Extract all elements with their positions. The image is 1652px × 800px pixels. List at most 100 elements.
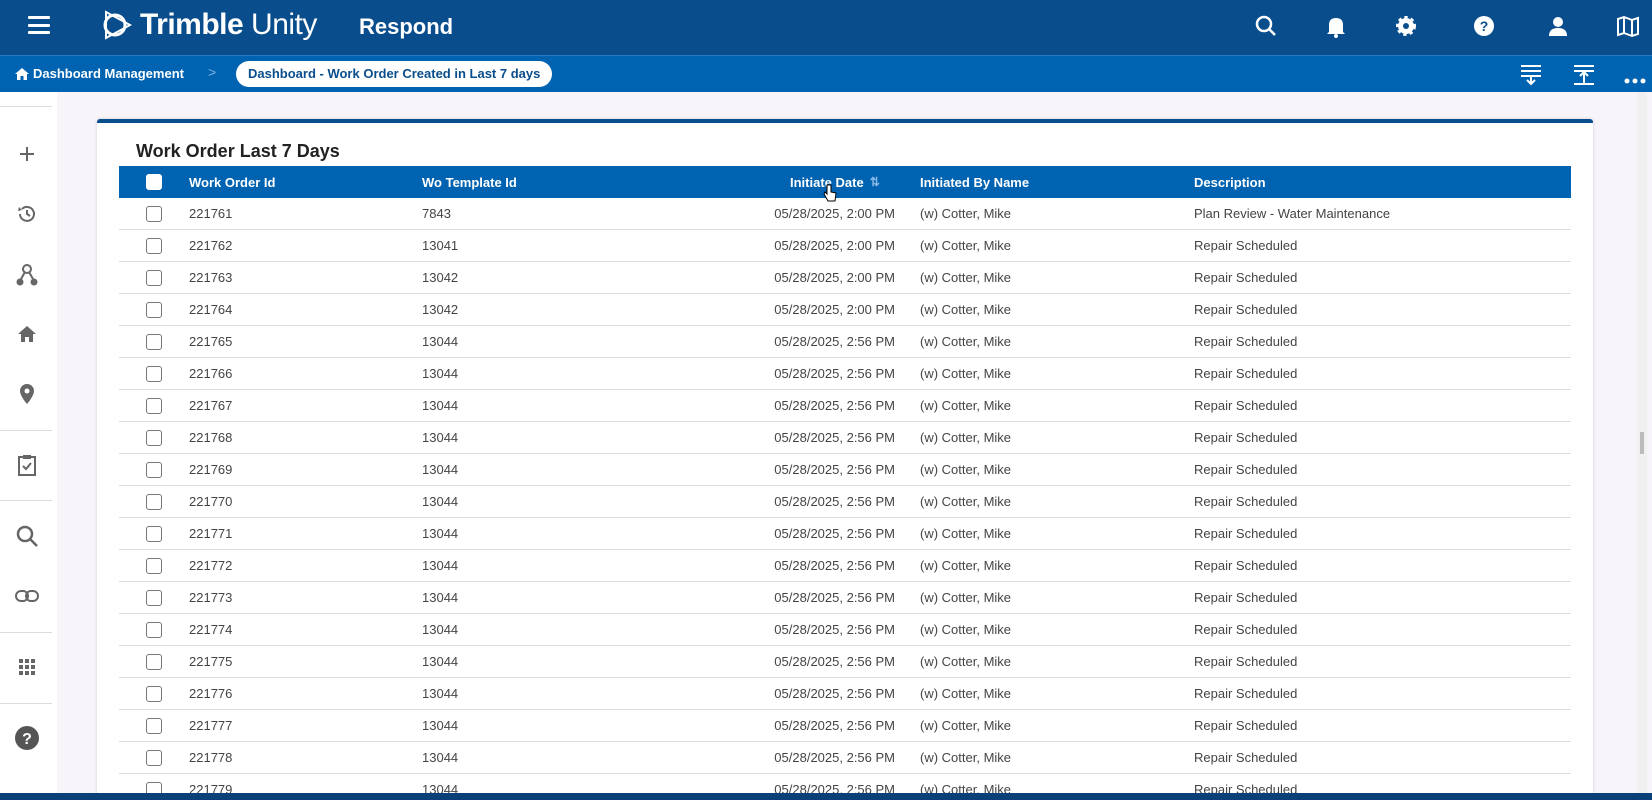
trimble-globe-icon	[103, 10, 133, 40]
clipboard-check-icon[interactable]	[14, 452, 40, 478]
breadcrumb-current[interactable]: Dashboard - Work Order Created in Last 7…	[236, 61, 553, 87]
row-checkbox[interactable]	[146, 590, 162, 606]
table-row[interactable]: 221767 13044 05/28/2025, 2:56 PM (w) Cotter…	[119, 390, 1571, 422]
table-row[interactable]: 221761 7843 05/28/2025, 2:00 PM (w) Cotter,…	[119, 198, 1571, 230]
table-row[interactable]: 221765 13044 05/28/2025, 2:56 PM (w) Cotter…	[119, 326, 1571, 358]
filter-up-icon[interactable]	[1573, 64, 1595, 91]
brand-bold: Trimble	[140, 8, 244, 41]
search-icon[interactable]	[1254, 14, 1278, 40]
cell-initiated-by-name: (w) Cotter, Mike	[920, 462, 1012, 477]
table-row[interactable]: 221770 13044 05/28/2025, 2:56 PM (w) Cotter…	[119, 486, 1571, 518]
cell-work-order-id: 221766	[189, 366, 233, 381]
cell-initiated-by-name: (w) Cotter, Mike	[920, 302, 1012, 317]
row-checkbox[interactable]	[146, 782, 162, 793]
user-icon[interactable]	[1546, 14, 1570, 40]
hand-cursor-icon	[823, 184, 837, 207]
cell-description: Repair Scheduled	[1194, 302, 1298, 317]
table-row[interactable]: 221775 13044 05/28/2025, 2:56 PM (w) Cotter…	[119, 646, 1571, 678]
apps-grid-icon[interactable]	[14, 654, 40, 680]
cell-work-order-id: 221778	[189, 750, 233, 765]
home-icon[interactable]	[14, 321, 40, 347]
cell-description: Repair Scheduled	[1194, 526, 1298, 541]
cell-initiated-by-name: (w) Cotter, Mike	[920, 398, 1012, 413]
cell-wo-template-id: 13044	[422, 622, 459, 637]
filter-down-icon[interactable]	[1520, 64, 1542, 91]
cell-description: Repair Scheduled	[1194, 238, 1298, 253]
cell-work-order-id: 221769	[189, 462, 233, 477]
row-checkbox[interactable]	[146, 238, 162, 254]
gear-icon[interactable]	[1394, 14, 1418, 40]
top-bar: Trimble Unity Respond ?	[0, 0, 1652, 55]
cell-work-order-id: 221772	[189, 558, 233, 573]
cell-description: Repair Scheduled	[1194, 494, 1298, 509]
table-row[interactable]: 221769 13044 05/28/2025, 2:56 PM (w) Cotter…	[119, 454, 1571, 486]
table-row[interactable]: 221771 13044 05/28/2025, 2:56 PM (w) Cotter…	[119, 518, 1571, 550]
bell-icon[interactable]	[1325, 14, 1347, 40]
help-icon[interactable]: ?	[14, 725, 40, 751]
row-checkbox[interactable]	[146, 622, 162, 638]
table-row[interactable]: 221762 13041 05/28/2025, 2:00 PM (w) Cotter…	[119, 230, 1571, 262]
row-checkbox[interactable]	[146, 206, 162, 222]
row-checkbox[interactable]	[146, 686, 162, 702]
vertical-scrollbar[interactable]	[1637, 92, 1647, 795]
table-row[interactable]: 221764 13042 05/28/2025, 2:00 PM (w) Cotter…	[119, 294, 1571, 326]
table-row[interactable]: 221763 13042 05/28/2025, 2:00 PM (w) Cotter…	[119, 262, 1571, 294]
hamburger-menu-icon[interactable]	[28, 16, 50, 34]
row-checkbox[interactable]	[146, 750, 162, 766]
row-checkbox[interactable]	[146, 718, 162, 734]
row-checkbox[interactable]	[146, 654, 162, 670]
cell-initiate-date: 05/28/2025, 2:00 PM	[774, 238, 895, 253]
network-icon[interactable]	[14, 262, 40, 288]
column-header-initiated-by-name[interactable]: Initiated By Name	[920, 175, 1029, 190]
cell-initiated-by-name: (w) Cotter, Mike	[920, 206, 1012, 221]
cell-initiated-by-name: (w) Cotter, Mike	[920, 718, 1012, 733]
sort-icon[interactable]: ⇅	[870, 175, 880, 190]
table-row[interactable]: 221766 13044 05/28/2025, 2:56 PM (w) Cotter…	[119, 358, 1571, 390]
scrollbar-thumb[interactable]	[1640, 432, 1644, 454]
cell-wo-template-id: 7843	[422, 206, 451, 221]
table-row[interactable]: 221774 13044 05/28/2025, 2:56 PM (w) Cotter…	[119, 614, 1571, 646]
cell-initiate-date: 05/28/2025, 2:56 PM	[774, 590, 895, 605]
cell-work-order-id: 221762	[189, 238, 233, 253]
location-pin-icon[interactable]	[14, 381, 40, 407]
column-header-description[interactable]: Description	[1194, 175, 1266, 190]
row-checkbox[interactable]	[146, 494, 162, 510]
cell-initiate-date: 05/28/2025, 2:56 PM	[774, 782, 895, 793]
map-icon[interactable]	[1616, 14, 1640, 40]
help-icon[interactable]: ?	[1472, 14, 1496, 40]
cell-work-order-id: 221770	[189, 494, 233, 509]
row-checkbox[interactable]	[146, 558, 162, 574]
cell-wo-template-id: 13044	[422, 782, 459, 793]
table-row[interactable]: 221778 13044 05/28/2025, 2:56 PM (w) Cotter…	[119, 742, 1571, 774]
select-all-checkbox[interactable]	[146, 174, 162, 190]
row-checkbox[interactable]	[146, 302, 162, 318]
more-icon[interactable]	[1624, 71, 1646, 89]
column-header-work-order-id[interactable]: Work Order Id	[189, 175, 275, 190]
table-row[interactable]: 221776 13044 05/28/2025, 2:56 PM (w) Cotter…	[119, 678, 1571, 710]
breadcrumb-dashboard-management[interactable]: Dashboard Management	[15, 66, 184, 81]
row-checkbox[interactable]	[146, 398, 162, 414]
table-row[interactable]: 221773 13044 05/28/2025, 2:56 PM (w) Cotter…	[119, 582, 1571, 614]
link-icon[interactable]	[14, 583, 40, 609]
cell-wo-template-id: 13044	[422, 494, 459, 509]
cell-work-order-id: 221761	[189, 206, 233, 221]
row-checkbox[interactable]	[146, 366, 162, 382]
cell-wo-template-id: 13044	[422, 398, 459, 413]
table-row[interactable]: 221768 13044 05/28/2025, 2:56 PM (w) Cotter…	[119, 422, 1571, 454]
row-checkbox[interactable]	[146, 526, 162, 542]
search-icon[interactable]	[14, 523, 40, 549]
cell-wo-template-id: 13044	[422, 750, 459, 765]
row-checkbox[interactable]	[146, 462, 162, 478]
table-row[interactable]: 221772 13044 05/28/2025, 2:56 PM (w) Cotter…	[119, 550, 1571, 582]
row-checkbox[interactable]	[146, 430, 162, 446]
history-icon[interactable]	[14, 201, 40, 227]
plus-icon[interactable]	[14, 141, 40, 167]
cell-work-order-id: 221773	[189, 590, 233, 605]
row-checkbox[interactable]	[146, 270, 162, 286]
table-row[interactable]: 221779 13044 05/28/2025, 2:56 PM (w) Cotter…	[119, 774, 1571, 793]
svg-text:?: ?	[1480, 18, 1489, 34]
column-header-wo-template-id[interactable]: Wo Template Id	[422, 175, 517, 190]
row-checkbox[interactable]	[146, 334, 162, 350]
table-row[interactable]: 221777 13044 05/28/2025, 2:56 PM (w) Cotter…	[119, 710, 1571, 742]
cell-description: Repair Scheduled	[1194, 654, 1298, 669]
